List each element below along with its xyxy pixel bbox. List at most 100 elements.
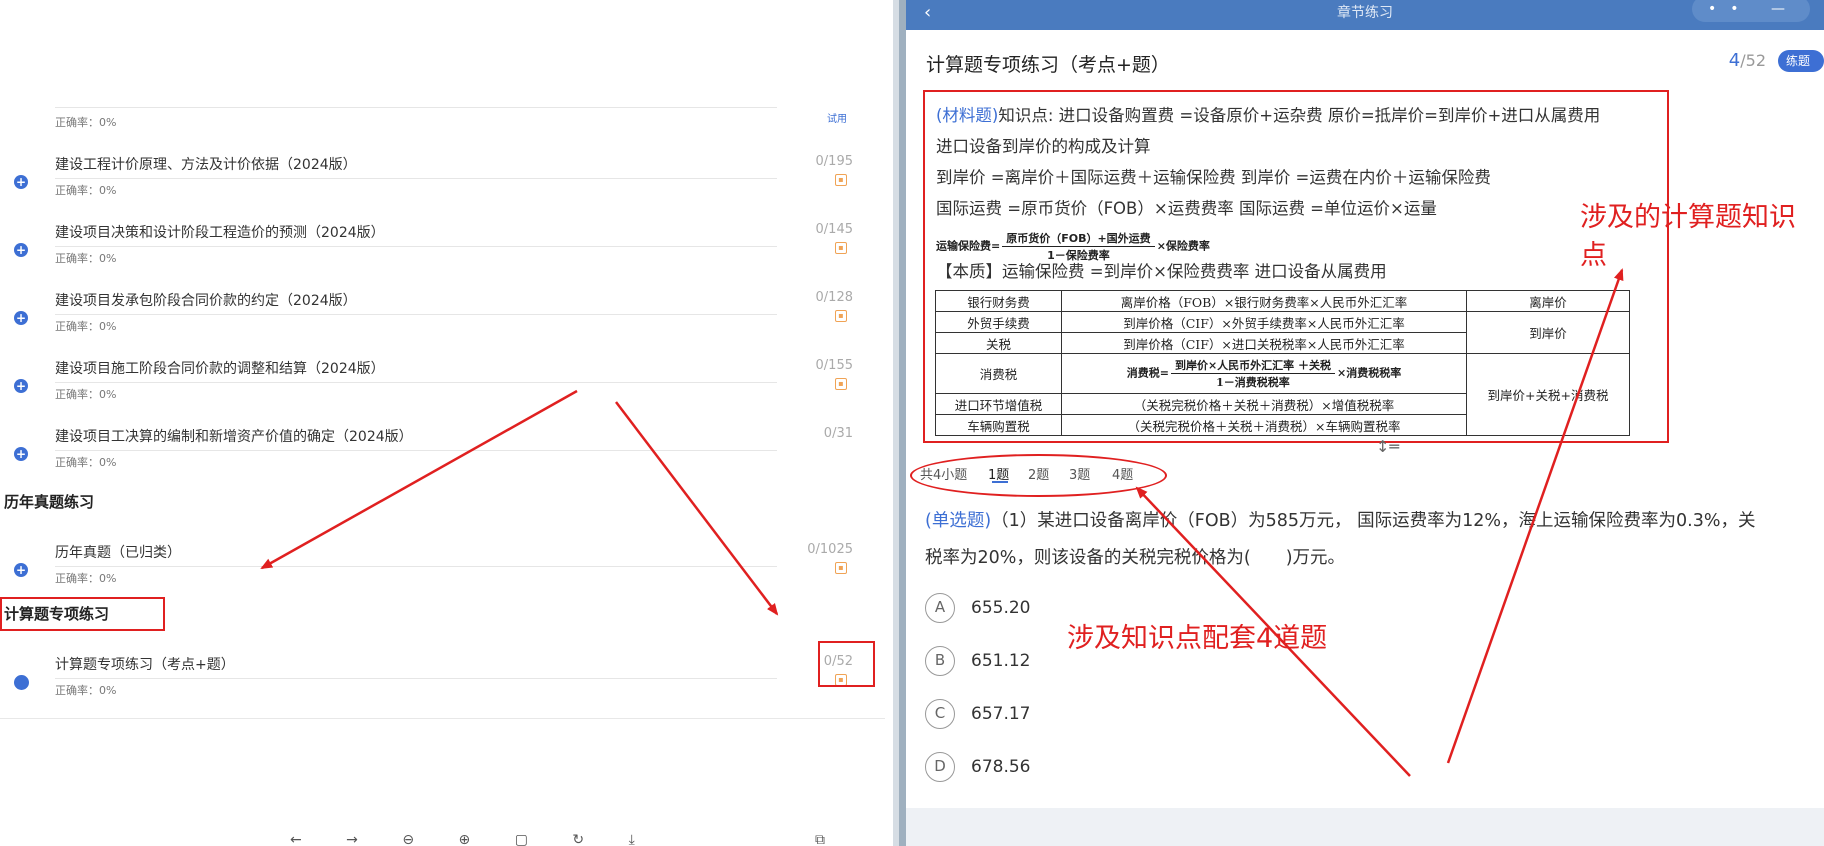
table-cell: 离岸价格（FOB）×银行财务费率×人民币外汇汇率 bbox=[1061, 290, 1467, 312]
viewer-toolbar[interactable]: ← → ⊖ ⊕ ▢ ↻ ⤓ bbox=[290, 832, 655, 846]
chapter-title[interactable]: 计算题专项练习（考点+题） bbox=[55, 654, 235, 674]
highlight-box bbox=[0, 597, 165, 631]
lock-icon: ▪ bbox=[835, 310, 847, 322]
option-letter[interactable]: B bbox=[925, 646, 955, 676]
page-counter: 4/52 bbox=[1729, 50, 1766, 71]
expand-icon[interactable]: + bbox=[14, 243, 28, 257]
import-fees-table: 银行财务费 离岸价格（FOB）×银行财务费率×人民币外汇汇率 离岸价 外贸手续费… bbox=[935, 290, 1630, 436]
table-cell: 离岸价 bbox=[1466, 290, 1630, 312]
accuracy-label: 正确率：0% bbox=[55, 116, 117, 129]
question-type-tag: (单选题) bbox=[925, 511, 992, 531]
expand-icon[interactable]: + bbox=[14, 563, 28, 577]
list-item[interactable]: + 历年真题（已归类） 正确率：0% 0/1025 ▪ bbox=[0, 536, 885, 604]
progress-count: 0/155 bbox=[815, 358, 853, 373]
list-item[interactable]: + 建设项目发承包阶段合同价款的约定（2024版） 正确率：0% 0/128 ▪ bbox=[0, 284, 885, 352]
list-item[interactable]: + 建设项目施工阶段合同价款的调整和结算（2024版） 正确率：0% 0/155… bbox=[0, 352, 885, 420]
window-controls[interactable]: •• — ▢ bbox=[1692, 0, 1810, 43]
option-value[interactable]: 655.20 bbox=[971, 598, 1030, 618]
expand-icon[interactable]: + bbox=[14, 175, 28, 189]
practice-button[interactable]: 练题 bbox=[1778, 50, 1824, 72]
viewer-toolbar-right[interactable]: ⧉ ▤ bbox=[815, 832, 893, 846]
expand-icon[interactable]: + bbox=[14, 447, 28, 461]
topbar-title: 章节练习 bbox=[1337, 5, 1393, 21]
chapter-title[interactable]: 建设项目发承包阶段合同价款的约定（2024版） bbox=[55, 290, 357, 310]
page-title: 计算题专项练习（考点+题） bbox=[926, 54, 1170, 76]
table-cell: 到岸价格（CIF）×进口关税税率×人民币外汇汇率 bbox=[1061, 332, 1467, 354]
lock-icon: ▪ bbox=[835, 242, 847, 254]
accuracy-label: 正确率：0% bbox=[55, 252, 117, 265]
divider bbox=[55, 314, 777, 315]
question-stem: (单选题)（1）某进口设备离岸价（FOB）为585万元， 国际运费率为12%，海… bbox=[925, 503, 1824, 577]
fraction-numerator: 原币货价（FOB）+国外运费 bbox=[1002, 230, 1155, 247]
chapter-title[interactable]: 建设项目工决算的编制和新增资产价值的确定（2024版） bbox=[55, 426, 413, 446]
list-item[interactable]: 正确率：0% 试用 bbox=[0, 92, 885, 132]
question-line: 税率为20%，则该设备的关税完税价格为( )万元。 bbox=[925, 548, 1346, 568]
option-letter[interactable]: A bbox=[925, 593, 955, 623]
table-row: 外贸手续费 到岸价格（CIF）×外贸手续费率×人民币外汇汇率 到岸价 bbox=[935, 311, 1630, 354]
material-line: (材料题)知识点: 进口设备购置费 =设备原价+运杂费 原价=抵岸价=到岸价+进… bbox=[936, 102, 1600, 126]
table-cell: 到岸价格（CIF）×外贸手续费率×人民币外汇汇率 bbox=[1061, 311, 1467, 333]
annotation-text: 点 bbox=[1580, 240, 1607, 271]
accuracy-label: 正确率：0% bbox=[55, 320, 117, 333]
table-cell: 到岸价 bbox=[1466, 311, 1630, 354]
table-cell: 外贸手续费 bbox=[935, 311, 1062, 333]
formula-lhs: 运输保险费= bbox=[936, 239, 1001, 253]
material-tag: (材料题) bbox=[936, 106, 999, 125]
table-cell: （关税完税价格＋关税＋消费税）×车辆购置税率 bbox=[1061, 414, 1467, 436]
progress-count: 0/128 bbox=[815, 290, 853, 305]
material-line: 国际运费 =原币货价（FOB）×运费费率 国际运费 =单位运价×运量 bbox=[936, 199, 1437, 218]
table-cell: 消费税 bbox=[935, 353, 1062, 394]
lock-icon: ▪ bbox=[835, 562, 847, 574]
chapter-title[interactable]: 建设项目决策和设计阶段工程造价的预测（2024版） bbox=[55, 222, 385, 242]
progress-count: 0/31 bbox=[823, 426, 853, 441]
material-line: 到岸价 =离岸价＋国际运费＋运输保险费 到岸价 =运费在内价＋运输保险费 bbox=[936, 168, 1491, 187]
annotation-text: 涉及的计算题知识 bbox=[1580, 202, 1796, 233]
chapter-title[interactable]: 历年真题（已归类） bbox=[55, 542, 181, 562]
divider bbox=[55, 107, 777, 108]
option-c[interactable]: C 657.17 bbox=[925, 699, 1225, 731]
formula-tail: ×消费税税率 bbox=[1337, 366, 1402, 380]
list-item[interactable]: + 建设项目工决算的编制和新增资产价值的确定（2024版） 正确率：0% 0/3… bbox=[0, 420, 885, 488]
option-value[interactable]: 678.56 bbox=[971, 757, 1030, 777]
option-d[interactable]: D 678.56 bbox=[925, 752, 1225, 784]
chapter-title[interactable]: 建设项目施工阶段合同价款的调整和结算（2024版） bbox=[55, 358, 385, 378]
bullet-icon bbox=[14, 675, 29, 690]
highlight-box bbox=[818, 641, 875, 687]
question-text: （1）某进口设备离岸价（FOB）为585万元， 国际运费率为12%，海上运输保险… bbox=[991, 511, 1756, 531]
lock-icon: ▪ bbox=[835, 378, 847, 390]
page-current: 4 bbox=[1728, 50, 1741, 71]
divider bbox=[55, 246, 777, 247]
table-cell: 银行财务费 bbox=[935, 290, 1062, 312]
material-line: 【本质】运输保险费 =到岸价×保险费费率 进口设备从属费用 bbox=[936, 262, 1387, 281]
trial-badge[interactable]: 试用 bbox=[827, 110, 847, 125]
list-item[interactable]: + 建设工程计价原理、方法及计价依据（2024版） 正确率：0% 0/195 ▪ bbox=[0, 148, 885, 216]
page-total: /52 bbox=[1740, 51, 1766, 70]
divider bbox=[55, 566, 777, 567]
list-item[interactable]: + 建设项目决策和设计阶段工程造价的预测（2024版） 正确率：0% 0/145… bbox=[0, 216, 885, 284]
progress-count: 0/1025 bbox=[807, 542, 853, 557]
accuracy-label: 正确率：0% bbox=[55, 572, 117, 585]
window-divider-edge bbox=[899, 0, 906, 846]
accuracy-label: 正确率：0% bbox=[55, 184, 117, 197]
expand-icon[interactable]: + bbox=[14, 311, 28, 325]
table-cell: 关税 bbox=[935, 332, 1062, 354]
list-item[interactable]: 计算题专项练习（考点+题） 正确率：0% 0/52 ▪ bbox=[0, 648, 885, 716]
progress-count: 0/195 bbox=[815, 154, 853, 169]
table-row: 银行财务费 离岸价格（FOB）×银行财务费率×人民币外汇汇率 离岸价 bbox=[935, 290, 1630, 312]
divider bbox=[55, 678, 777, 679]
practice-panel: ‹ 章节练习 •• — ▢ 计算题专项练习（考点+题） 4/52 练题 (材料题… bbox=[906, 0, 1824, 846]
question-line: (单选题)（1）某进口设备离岸价（FOB）为585万元， 国际运费率为12%，海… bbox=[925, 503, 1824, 540]
divider bbox=[55, 178, 777, 179]
fraction-numerator: 到岸价×人民币外汇汇率 ＋关税 bbox=[1170, 357, 1336, 374]
formula-tail: ×保险费率 bbox=[1156, 239, 1210, 253]
table-cell: 进口环节增值税 bbox=[935, 393, 1062, 415]
material-line: 进口设备到岸价的构成及计算 bbox=[936, 137, 1151, 156]
option-value[interactable]: 657.17 bbox=[971, 704, 1030, 724]
chapter-title[interactable]: 建设工程计价原理、方法及计价依据（2024版） bbox=[55, 154, 357, 174]
expand-icon[interactable]: + bbox=[14, 379, 28, 393]
lock-icon: ▪ bbox=[835, 174, 847, 186]
option-value[interactable]: 651.12 bbox=[971, 651, 1030, 671]
option-letter[interactable]: D bbox=[925, 752, 955, 782]
fraction-denominator: 1－消费税税率 bbox=[1216, 376, 1290, 389]
option-letter[interactable]: C bbox=[925, 699, 955, 729]
